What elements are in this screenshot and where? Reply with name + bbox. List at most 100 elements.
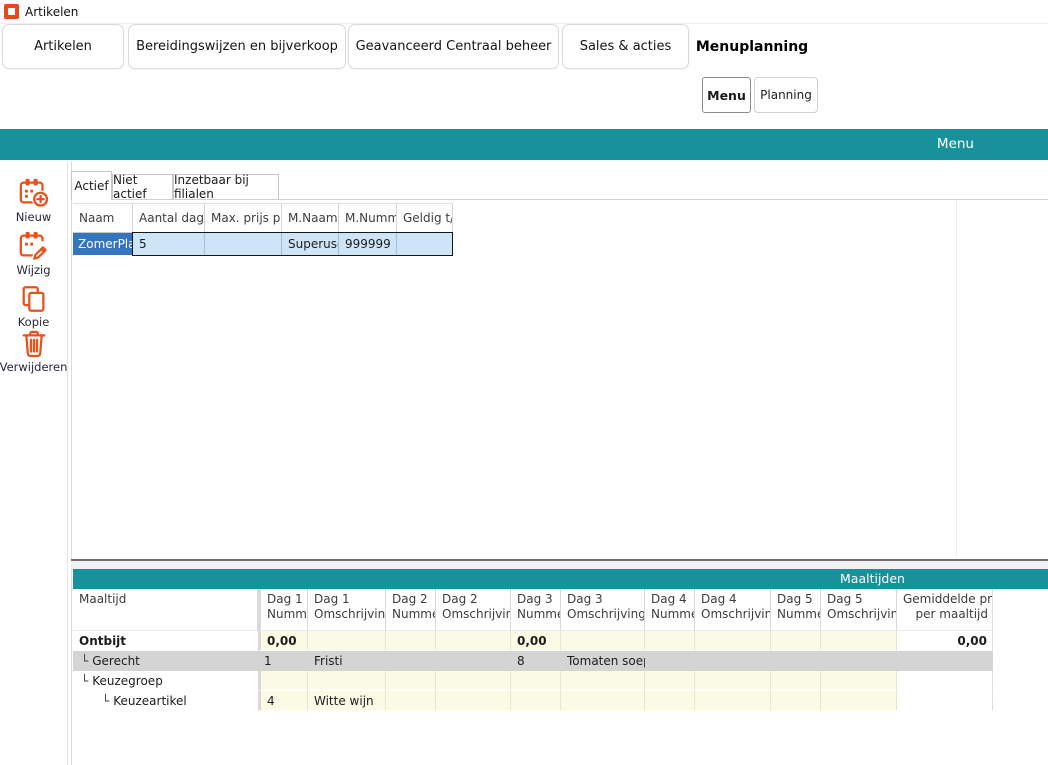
meals-header-dag4-nummer[interactable]: Dag 4Nummer xyxy=(645,589,695,631)
plan-row-cell-geldig-tm[interactable] xyxy=(397,233,453,255)
plan-row-cell-m-nummer[interactable]: 999999 xyxy=(339,233,397,255)
meal-cell[interactable] xyxy=(386,691,436,711)
meals-header-dag1-nummer[interactable]: Dag 1Nummer xyxy=(258,589,308,631)
meal-cell[interactable] xyxy=(308,631,386,651)
meal-cell[interactable]: 0,00 xyxy=(511,631,561,651)
meal-cell[interactable] xyxy=(258,671,308,691)
meal-cell[interactable]: 8 xyxy=(511,651,561,671)
maaltijden-section-caption: Maaltijden xyxy=(780,569,965,589)
meal-cell[interactable] xyxy=(386,651,436,671)
column-header-m-naam[interactable]: M.Naam xyxy=(282,203,339,233)
meal-cell[interactable] xyxy=(436,691,511,711)
sub-tab-menu[interactable]: Menu xyxy=(702,77,751,113)
meal-cell[interactable]: 1 xyxy=(258,651,308,671)
nav-tab-menuplanning-active[interactable]: Menuplanning xyxy=(700,24,804,69)
meal-row-label[interactable]: Ontbijt xyxy=(73,631,258,651)
meals-header-dag2-omschrijving[interactable]: Dag 2Omschrijving xyxy=(436,589,511,631)
meal-cell[interactable] xyxy=(645,691,695,711)
plan-tab-actief[interactable]: Actief xyxy=(71,171,112,200)
meals-header-maaltijd[interactable]: Maaltijd xyxy=(73,589,258,631)
meal-cell[interactable] xyxy=(308,671,386,691)
meal-cell[interactable] xyxy=(511,671,561,691)
meals-header-dag5-nummer[interactable]: Dag 5Nummer xyxy=(771,589,821,631)
meal-avg-cell[interactable] xyxy=(897,651,993,671)
meal-cell[interactable] xyxy=(386,631,436,651)
meal-cell[interactable] xyxy=(645,671,695,691)
meal-avg-cell[interactable] xyxy=(897,691,993,711)
header-line2: Nummer xyxy=(392,607,431,622)
meal-cell[interactable] xyxy=(511,691,561,711)
sidebar-action-kopie[interactable]: Kopie xyxy=(0,284,67,329)
meal-cell[interactable]: Tomaten soep xyxy=(561,651,645,671)
meal-avg-cell[interactable] xyxy=(897,671,993,691)
sidebar-action-label: Verwijderen xyxy=(0,360,67,374)
meal-cell[interactable] xyxy=(771,671,821,691)
meal-cell[interactable] xyxy=(771,651,821,671)
nav-tab-bereidingswijzen[interactable]: Bereidingswijzen en bijverkoop xyxy=(128,24,346,69)
meal-row-label[interactable]: └Keuzegroep xyxy=(73,671,258,691)
meals-header-gemiddelde-prijs[interactable]: Gemiddelde prijsper maaltijd xyxy=(897,589,993,631)
plan-row-cell-max-prijs[interactable] xyxy=(205,233,282,255)
meal-cell[interactable] xyxy=(695,631,771,651)
column-header-naam[interactable]: Naam xyxy=(73,203,133,233)
header-line2: Omschrijving xyxy=(314,607,381,622)
column-header-aantal-dagen[interactable]: Aantal dagen xyxy=(133,203,205,233)
meal-cell[interactable] xyxy=(645,651,695,671)
meal-cell[interactable] xyxy=(771,631,821,651)
meals-header-dag1-omschrijving[interactable]: Dag 1Omschrijving xyxy=(308,589,386,631)
maaltijden-section-bar: Maaltijden xyxy=(73,569,1048,589)
panel-left-border xyxy=(71,161,72,765)
meal-cell[interactable] xyxy=(386,671,436,691)
plans-table: Naam Aantal dagen Max. prijs p.p. M.Naam… xyxy=(73,203,453,255)
header-line1: Dag 2 xyxy=(442,592,506,607)
plan-tab-niet-actief[interactable]: Niet actief xyxy=(112,174,173,199)
nav-tab-sales-acties[interactable]: Sales & acties xyxy=(562,24,689,69)
meal-cell[interactable] xyxy=(436,651,511,671)
plan-tab-inzetbaar-bij-filialen[interactable]: Inzetbaar bij filialen xyxy=(173,174,279,199)
meal-avg-cell[interactable]: 0,00 xyxy=(897,631,993,651)
meal-cell[interactable] xyxy=(561,691,645,711)
meal-cell[interactable] xyxy=(436,671,511,691)
meal-cell[interactable] xyxy=(436,631,511,651)
meals-header-dag3-omschrijving[interactable]: Dag 3Omschrijving xyxy=(561,589,645,631)
plan-row-cell-naam[interactable]: ZomerPlan xyxy=(73,233,133,255)
sidebar-action-verwijderen[interactable]: Verwijderen xyxy=(0,329,67,374)
meal-row-label[interactable]: └Keuzeartikel xyxy=(73,691,258,711)
meals-header-dag5-omschrijving[interactable]: Dag 5Omschrijving xyxy=(821,589,897,631)
meal-cell[interactable] xyxy=(821,671,897,691)
meals-header-dag2-nummer[interactable]: Dag 2Nummer xyxy=(386,589,436,631)
nav-tab-artikelen[interactable]: Artikelen xyxy=(2,24,124,69)
window-title: Artikelen xyxy=(25,5,78,19)
plan-row-cell-aantal-dagen[interactable]: 5 xyxy=(133,233,205,255)
plan-row-cell-m-naam[interactable]: Superuser xyxy=(282,233,339,255)
header-line1: Dag 3 xyxy=(517,592,556,607)
sidebar-action-wijzig[interactable]: Wijzig xyxy=(0,230,67,277)
column-header-m-nummer[interactable]: M.Nummer xyxy=(339,203,397,233)
column-header-geldig-tm[interactable]: Geldig t/m xyxy=(397,203,453,233)
column-header-max-prijs[interactable]: Max. prijs p.p. xyxy=(205,203,282,233)
meal-cell[interactable] xyxy=(695,651,771,671)
meal-cell[interactable]: Witte wijn xyxy=(308,691,386,711)
header-line1: Dag 4 xyxy=(701,592,766,607)
meal-cell[interactable] xyxy=(695,671,771,691)
meals-header-dag4-omschrijving[interactable]: Dag 4Omschrijving xyxy=(695,589,771,631)
meal-cell[interactable] xyxy=(561,631,645,651)
meal-cell[interactable]: 4 xyxy=(258,691,308,711)
sidebar-action-nieuw[interactable]: Nieuw xyxy=(0,177,67,224)
meal-cell[interactable] xyxy=(821,631,897,651)
meal-cell[interactable] xyxy=(821,691,897,711)
meal-cell[interactable] xyxy=(561,671,645,691)
meal-cell[interactable]: 0,00 xyxy=(258,631,308,651)
meal-cell[interactable] xyxy=(645,631,695,651)
meal-row-label[interactable]: └Gerecht xyxy=(73,651,258,671)
sidebar-action-label: Wijzig xyxy=(16,263,50,277)
meal-cell[interactable] xyxy=(695,691,771,711)
meal-cell[interactable] xyxy=(771,691,821,711)
sidebar-divider xyxy=(67,161,68,765)
meal-cell[interactable] xyxy=(821,651,897,671)
nav-tab-geavanceerd-centraal-beheer[interactable]: Geavanceerd Centraal beheer xyxy=(348,24,559,69)
meals-header-dag3-nummer[interactable]: Dag 3Nummer xyxy=(511,589,561,631)
sub-tab-planning[interactable]: Planning xyxy=(754,77,818,113)
copy-icon xyxy=(19,284,49,314)
meal-cell[interactable]: Fristi xyxy=(308,651,386,671)
